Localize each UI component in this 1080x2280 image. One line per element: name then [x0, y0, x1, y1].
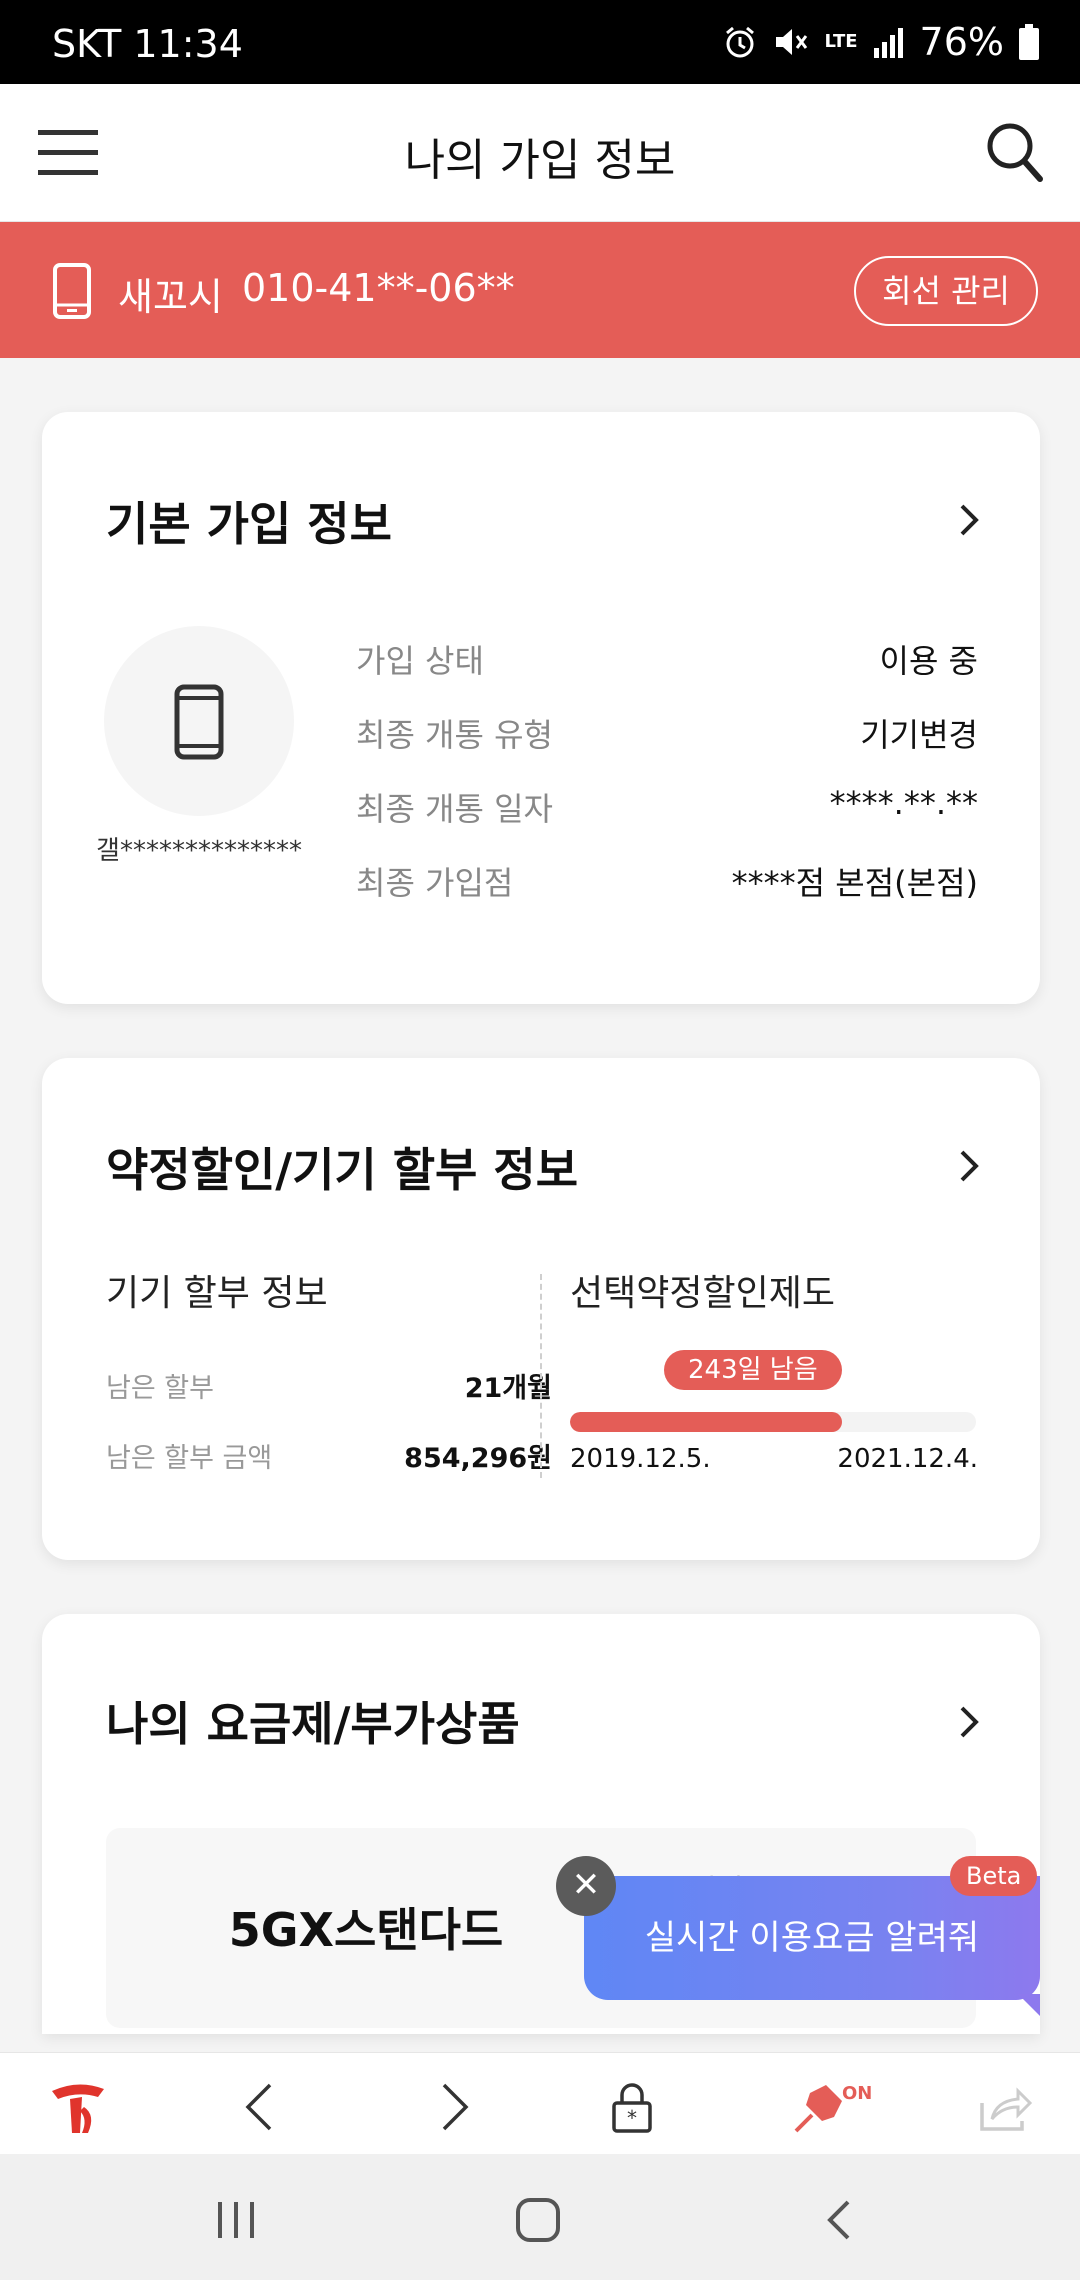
info-label: 가입 상태	[356, 642, 484, 680]
line-manage-button[interactable]: 회선 관리	[854, 256, 1038, 326]
back-arrow-icon[interactable]	[232, 2077, 292, 2137]
info-label: 최종 개통 유형	[356, 716, 553, 754]
status-bar: SKT 11:34 LTE 76%	[0, 0, 1080, 84]
selective-discount-title: 선택약정할인제도	[570, 1273, 835, 1314]
line-number: 010-41**-06**	[242, 266, 515, 310]
contract-start-date: 2019.12.5.	[570, 1444, 711, 1474]
installment-label: 남은 할부 금액	[106, 1443, 273, 1474]
info-label: 최종 개통 일자	[356, 790, 553, 828]
page-title: 나의 가입 정보	[404, 135, 676, 186]
app-header: 나의 가입 정보	[0, 84, 1080, 222]
installment-title: 기기 할부 정보	[106, 1273, 328, 1314]
plan-info-title: 나의 요금제/부가상품	[106, 1697, 520, 1751]
basic-info-card[interactable]: 기본 가입 정보 갤************** 가입 상태 이용 중 최종 개…	[42, 412, 1040, 1004]
pin-icon[interactable]	[790, 2077, 850, 2137]
home-icon[interactable]	[508, 2190, 568, 2250]
contract-info-title: 약정할인/기기 할부 정보	[106, 1143, 579, 1197]
info-value: 이용 중	[879, 642, 979, 680]
svg-text:*: *	[627, 2106, 637, 2130]
installment-value: 854,296원	[404, 1443, 552, 1474]
system-nav-bar	[0, 2154, 1080, 2280]
back-icon[interactable]	[810, 2190, 870, 2250]
divider	[540, 1274, 542, 1478]
mute-icon	[776, 29, 808, 55]
phone-icon	[53, 263, 91, 319]
alarm-icon	[726, 26, 755, 58]
tworld-logo-icon[interactable]	[48, 2077, 108, 2137]
plan-name: 5GX스탠다드	[228, 1903, 504, 1957]
signal-icon	[873, 28, 903, 58]
pin-on-label: ON	[842, 2083, 873, 2104]
battery-icon	[1019, 24, 1039, 60]
contract-progress-bar	[570, 1412, 976, 1432]
contract-progress-fill	[570, 1412, 843, 1432]
search-icon[interactable]	[984, 120, 1044, 184]
tooltip-tail	[1018, 1994, 1040, 2016]
recent-apps-icon[interactable]	[206, 2190, 266, 2250]
basic-info-title: 기본 가입 정보	[106, 497, 392, 551]
smartphone-icon	[174, 684, 224, 760]
line-bar: 새꼬시 010-41**-06** 회선 관리	[0, 222, 1080, 358]
chevron-right-icon[interactable]	[958, 1148, 982, 1184]
installment-label: 남은 할부	[106, 1373, 214, 1404]
info-value: ****.**.**	[829, 784, 978, 822]
status-carrier-time: SKT 11:34	[52, 22, 243, 66]
status-icons: LTE 76%	[722, 20, 1040, 64]
share-icon[interactable]	[974, 2077, 1034, 2137]
info-value: 기기변경	[860, 716, 978, 754]
lte-label: LTE	[824, 31, 858, 52]
device-model: 갤**************	[96, 836, 302, 866]
line-name: 새꼬시	[118, 275, 223, 319]
bottom-nav: * ON	[0, 2052, 1080, 2154]
installment-value: 21개월	[464, 1373, 552, 1404]
lock-icon[interactable]: *	[602, 2077, 662, 2137]
tooltip-close-button[interactable]: ✕	[556, 1856, 616, 1916]
forward-arrow-icon[interactable]	[422, 2077, 482, 2137]
device-avatar	[104, 626, 294, 816]
remaining-days-badge: 243일 남음	[664, 1350, 842, 1390]
info-label: 최종 가입점	[356, 864, 514, 902]
chevron-right-icon[interactable]	[958, 502, 982, 538]
battery-percent: 76%	[919, 20, 1004, 64]
contract-end-date: 2021.12.4.	[837, 1444, 978, 1474]
chevron-right-icon[interactable]	[958, 1704, 982, 1740]
info-value: ****점 본점(본점)	[731, 864, 978, 902]
contract-info-card[interactable]: 약정할인/기기 할부 정보 기기 할부 정보 남은 할부 21개월 남은 할부 …	[42, 1058, 1040, 1560]
beta-badge: Beta	[950, 1856, 1038, 1896]
